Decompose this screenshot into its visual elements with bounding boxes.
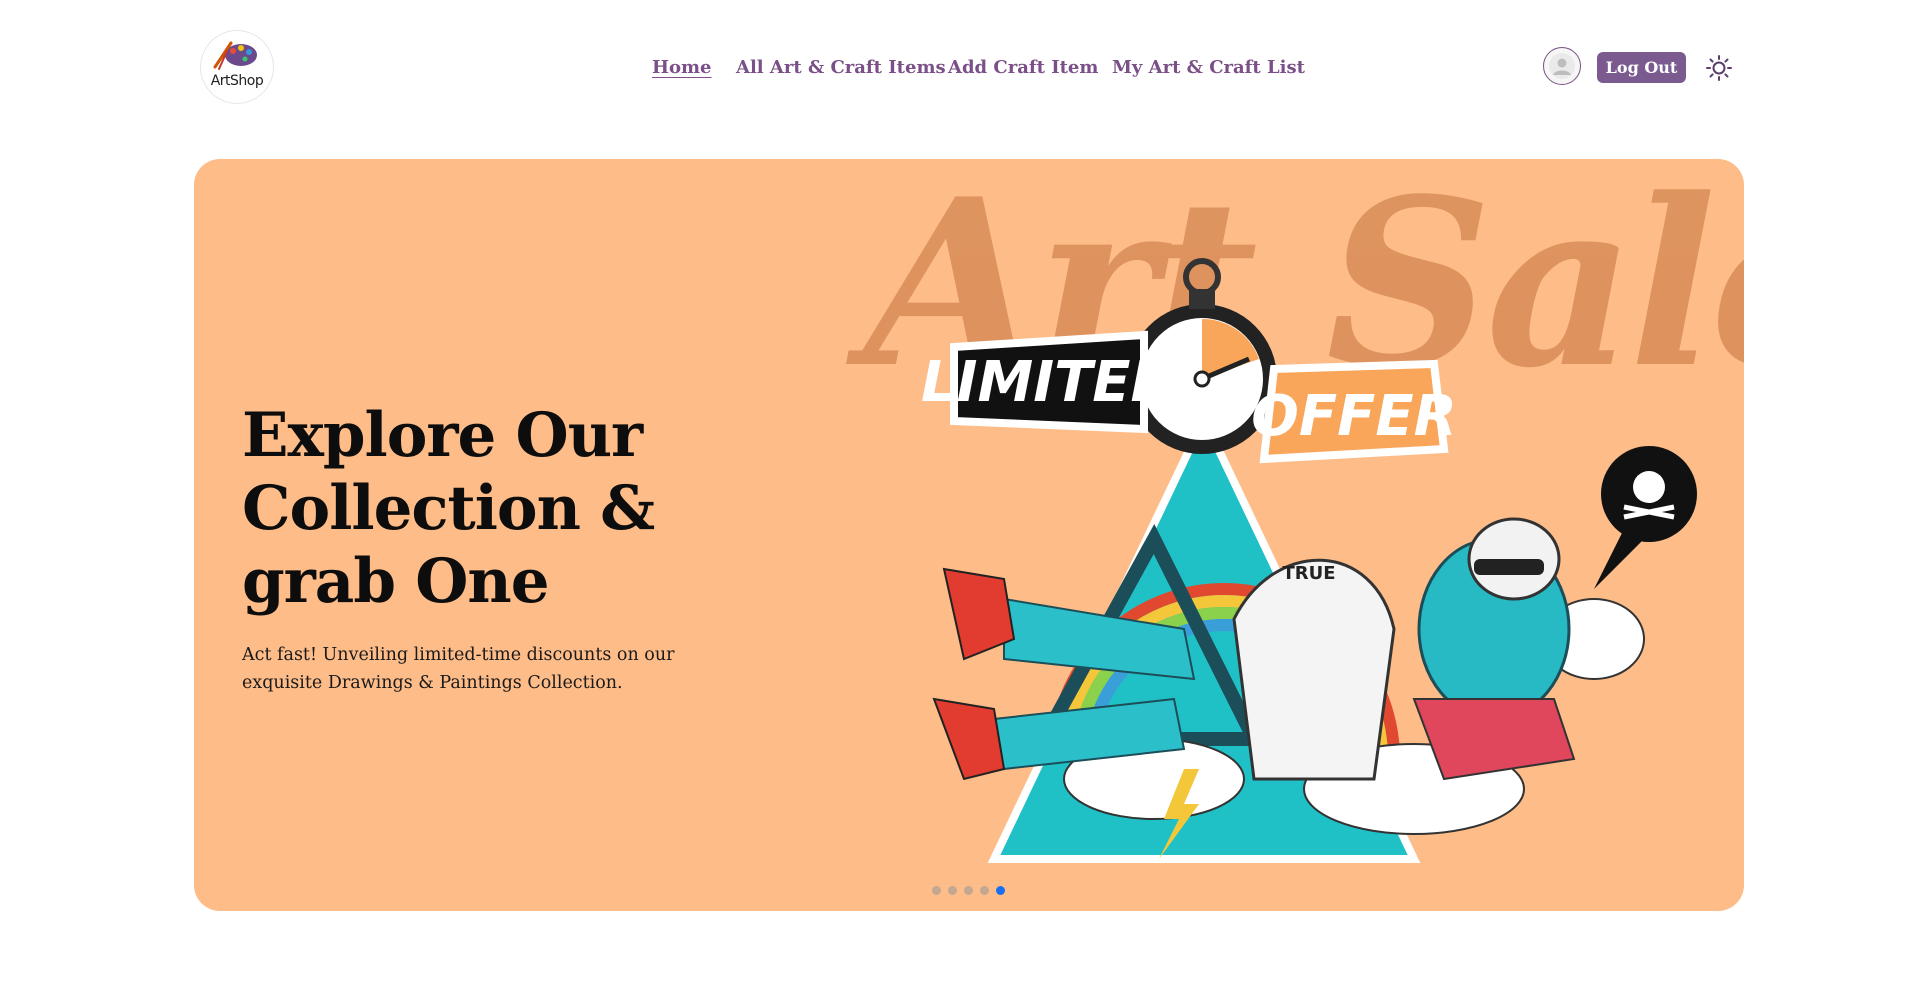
nav-link-home[interactable]: Home	[652, 56, 712, 80]
nav-link-add-item[interactable]: Add Craft Item	[948, 56, 1098, 80]
carousel-dot[interactable]	[932, 886, 941, 895]
carousel-dot-active[interactable]	[996, 886, 1005, 895]
carousel-dots	[932, 886, 1005, 895]
nav-link-all-items[interactable]: All Art & Craft Items	[736, 56, 946, 80]
theme-toggle[interactable]	[1704, 53, 1734, 83]
hand-tattoo-text: TRUE	[1282, 563, 1335, 584]
user-avatar-icon	[1549, 53, 1575, 79]
carousel-dot[interactable]	[948, 886, 957, 895]
offer-badge-text: OFFER	[1251, 384, 1457, 449]
hero-banner: Explore Our Collection & grab One Act fa…	[194, 159, 1744, 911]
nav-link-my-list[interactable]: My Art & Craft List	[1112, 56, 1305, 80]
carousel-dot[interactable]	[980, 886, 989, 895]
limited-badge-text: LIMITED	[921, 350, 1177, 415]
user-avatar[interactable]	[1543, 47, 1581, 85]
carousel-dot[interactable]	[964, 886, 973, 895]
sun-icon	[1706, 55, 1732, 81]
site-header: ArtShop Home All Art & Craft Items Add C…	[0, 0, 1920, 130]
logout-button[interactable]: Log Out	[1597, 52, 1686, 83]
sale-illustration: LIMITED OFFER TRUE	[921, 258, 1697, 863]
hero-title: Explore Our Collection & grab One	[242, 400, 655, 617]
hero-description: Act fast! Unveiling limited-time discoun…	[242, 645, 675, 693]
